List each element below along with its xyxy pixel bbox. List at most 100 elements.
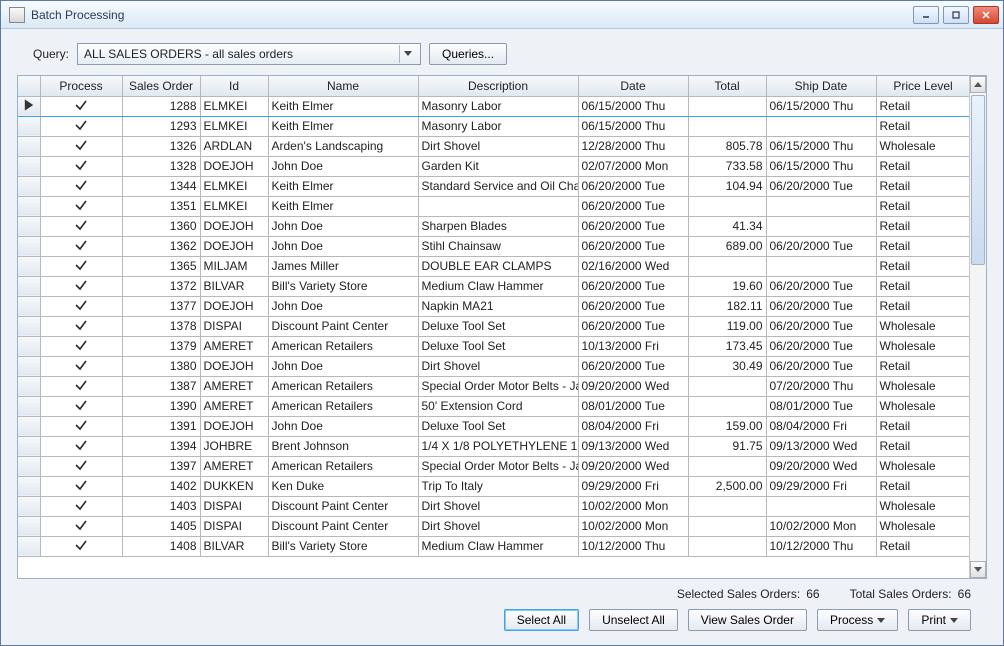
row-indicator[interactable] — [18, 276, 40, 296]
price-level-cell[interactable]: Retail — [876, 296, 969, 316]
description-cell[interactable]: Medium Claw Hammer — [418, 536, 578, 556]
queries-button[interactable]: Queries... — [429, 43, 507, 65]
description-cell[interactable]: Masonry Labor — [418, 116, 578, 136]
price-level-cell[interactable]: Retail — [876, 276, 969, 296]
minimize-button[interactable] — [913, 6, 939, 24]
name-cell[interactable]: Bill's Variety Store — [268, 536, 418, 556]
date-cell[interactable]: 09/20/2000 Wed — [578, 376, 688, 396]
ship-date-cell[interactable] — [766, 116, 876, 136]
description-cell[interactable]: Deluxe Tool Set — [418, 336, 578, 356]
price-level-cell[interactable]: Retail — [876, 356, 969, 376]
table-row[interactable]: 1380DOEJOHJohn DoeDirt Shovel06/20/2000 … — [18, 356, 969, 376]
row-indicator[interactable] — [18, 456, 40, 476]
ship-date-cell[interactable]: 08/04/2000 Fri — [766, 416, 876, 436]
process-cell[interactable] — [40, 176, 122, 196]
process-cell[interactable] — [40, 276, 122, 296]
process-cell[interactable] — [40, 436, 122, 456]
ship-date-cell[interactable]: 07/20/2000 Thu — [766, 376, 876, 396]
row-indicator[interactable] — [18, 416, 40, 436]
sales-order-cell[interactable]: 1351 — [122, 196, 200, 216]
table-row[interactable]: 1397AMERETAmerican RetailersSpecial Orde… — [18, 456, 969, 476]
row-indicator[interactable] — [18, 236, 40, 256]
col-price-level[interactable]: Price Level — [876, 76, 969, 96]
id-cell[interactable]: JOHBRE — [200, 436, 268, 456]
total-cell[interactable] — [688, 516, 766, 536]
description-cell[interactable]: Dirt Shovel — [418, 136, 578, 156]
description-cell[interactable] — [418, 196, 578, 216]
total-cell[interactable]: 182.11 — [688, 296, 766, 316]
id-cell[interactable]: DISPAI — [200, 516, 268, 536]
total-cell[interactable]: 41.34 — [688, 216, 766, 236]
table-row[interactable]: 1403DISPAIDiscount Paint CenterDirt Shov… — [18, 496, 969, 516]
col-description[interactable]: Description — [418, 76, 578, 96]
price-level-cell[interactable]: Wholesale — [876, 376, 969, 396]
total-cell[interactable]: 30.49 — [688, 356, 766, 376]
total-cell[interactable]: 2,500.00 — [688, 476, 766, 496]
description-cell[interactable]: 1/4 X 1/8 POLYETHYLENE 1 — [418, 436, 578, 456]
process-cell[interactable] — [40, 496, 122, 516]
sales-order-cell[interactable]: 1390 — [122, 396, 200, 416]
row-indicator[interactable] — [18, 356, 40, 376]
date-cell[interactable]: 06/20/2000 Tue — [578, 316, 688, 336]
id-cell[interactable]: AMERET — [200, 376, 268, 396]
table-row[interactable]: 1390AMERETAmerican Retailers50' Extensio… — [18, 396, 969, 416]
ship-date-cell[interactable] — [766, 256, 876, 276]
scroll-up-button[interactable] — [970, 76, 986, 93]
row-indicator[interactable] — [18, 396, 40, 416]
id-cell[interactable]: ELMKEI — [200, 116, 268, 136]
name-cell[interactable]: American Retailers — [268, 396, 418, 416]
name-cell[interactable]: American Retailers — [268, 376, 418, 396]
select-all-button[interactable]: Select All — [504, 609, 579, 631]
price-level-cell[interactable]: Retail — [876, 196, 969, 216]
id-cell[interactable]: DOEJOH — [200, 216, 268, 236]
id-cell[interactable]: DOEJOH — [200, 236, 268, 256]
row-indicator[interactable] — [18, 116, 40, 136]
sales-order-cell[interactable]: 1344 — [122, 176, 200, 196]
table-row[interactable]: 1288ELMKEIKeith ElmerMasonry Labor06/15/… — [18, 96, 969, 116]
process-cell[interactable] — [40, 456, 122, 476]
id-cell[interactable]: ELMKEI — [200, 196, 268, 216]
date-cell[interactable]: 02/16/2000 Wed — [578, 256, 688, 276]
scroll-thumb[interactable] — [971, 95, 985, 265]
total-cell[interactable] — [688, 196, 766, 216]
price-level-cell[interactable]: Wholesale — [876, 496, 969, 516]
date-cell[interactable]: 10/02/2000 Mon — [578, 516, 688, 536]
id-cell[interactable]: ELMKEI — [200, 176, 268, 196]
col-ship-date[interactable]: Ship Date — [766, 76, 876, 96]
ship-date-cell[interactable]: 10/12/2000 Thu — [766, 536, 876, 556]
date-cell[interactable]: 08/04/2000 Fri — [578, 416, 688, 436]
unselect-all-button[interactable]: Unselect All — [589, 609, 678, 631]
price-level-cell[interactable]: Retail — [876, 256, 969, 276]
process-cell[interactable] — [40, 536, 122, 556]
date-cell[interactable]: 06/20/2000 Tue — [578, 296, 688, 316]
name-cell[interactable]: John Doe — [268, 416, 418, 436]
process-cell[interactable] — [40, 396, 122, 416]
ship-date-cell[interactable]: 06/20/2000 Tue — [766, 176, 876, 196]
grid-scroll[interactable]: Process Sales Order Id Name Description … — [18, 76, 969, 578]
sales-order-cell[interactable]: 1360 — [122, 216, 200, 236]
ship-date-cell[interactable] — [766, 496, 876, 516]
total-cell[interactable] — [688, 496, 766, 516]
id-cell[interactable]: DOEJOH — [200, 296, 268, 316]
description-cell[interactable]: Stihl Chainsaw — [418, 236, 578, 256]
date-cell[interactable]: 06/15/2000 Thu — [578, 116, 688, 136]
scroll-track[interactable] — [970, 93, 986, 561]
description-cell[interactable]: Medium Claw Hammer — [418, 276, 578, 296]
price-level-cell[interactable]: Wholesale — [876, 336, 969, 356]
row-indicator[interactable] — [18, 316, 40, 336]
date-cell[interactable]: 06/20/2000 Tue — [578, 276, 688, 296]
process-cell[interactable] — [40, 196, 122, 216]
row-indicator[interactable] — [18, 376, 40, 396]
row-indicator[interactable] — [18, 536, 40, 556]
id-cell[interactable]: MILJAM — [200, 256, 268, 276]
sales-order-cell[interactable]: 1365 — [122, 256, 200, 276]
sales-order-cell[interactable]: 1387 — [122, 376, 200, 396]
date-cell[interactable]: 10/12/2000 Thu — [578, 536, 688, 556]
description-cell[interactable]: Dirt Shovel — [418, 356, 578, 376]
name-cell[interactable]: Ken Duke — [268, 476, 418, 496]
table-row[interactable]: 1351ELMKEIKeith Elmer06/20/2000 TueRetai… — [18, 196, 969, 216]
sales-order-cell[interactable]: 1402 — [122, 476, 200, 496]
price-level-cell[interactable]: Retail — [876, 436, 969, 456]
description-cell[interactable]: Deluxe Tool Set — [418, 316, 578, 336]
col-process[interactable]: Process — [40, 76, 122, 96]
